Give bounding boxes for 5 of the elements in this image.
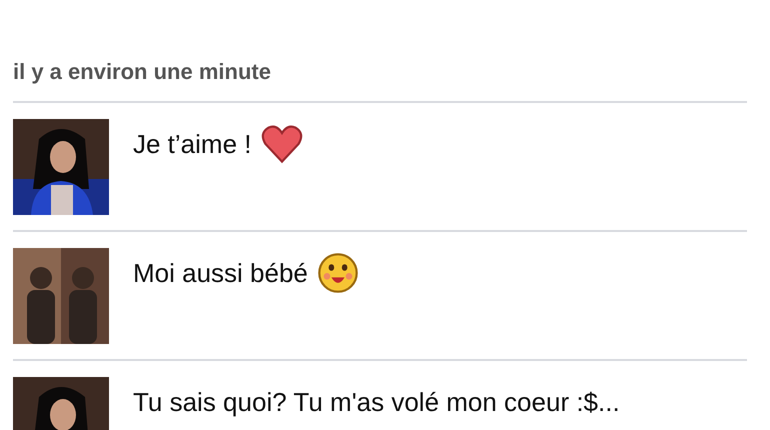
message-text: Je t’aime !	[133, 128, 252, 160]
timestamp: il y a environ une minute	[13, 58, 272, 86]
smiley-icon	[316, 251, 360, 295]
message-text: Moi aussi bébé	[133, 256, 308, 290]
message-text: Tu sais quoi? Tu m'as volé mon coeur :$...	[133, 386, 620, 418]
